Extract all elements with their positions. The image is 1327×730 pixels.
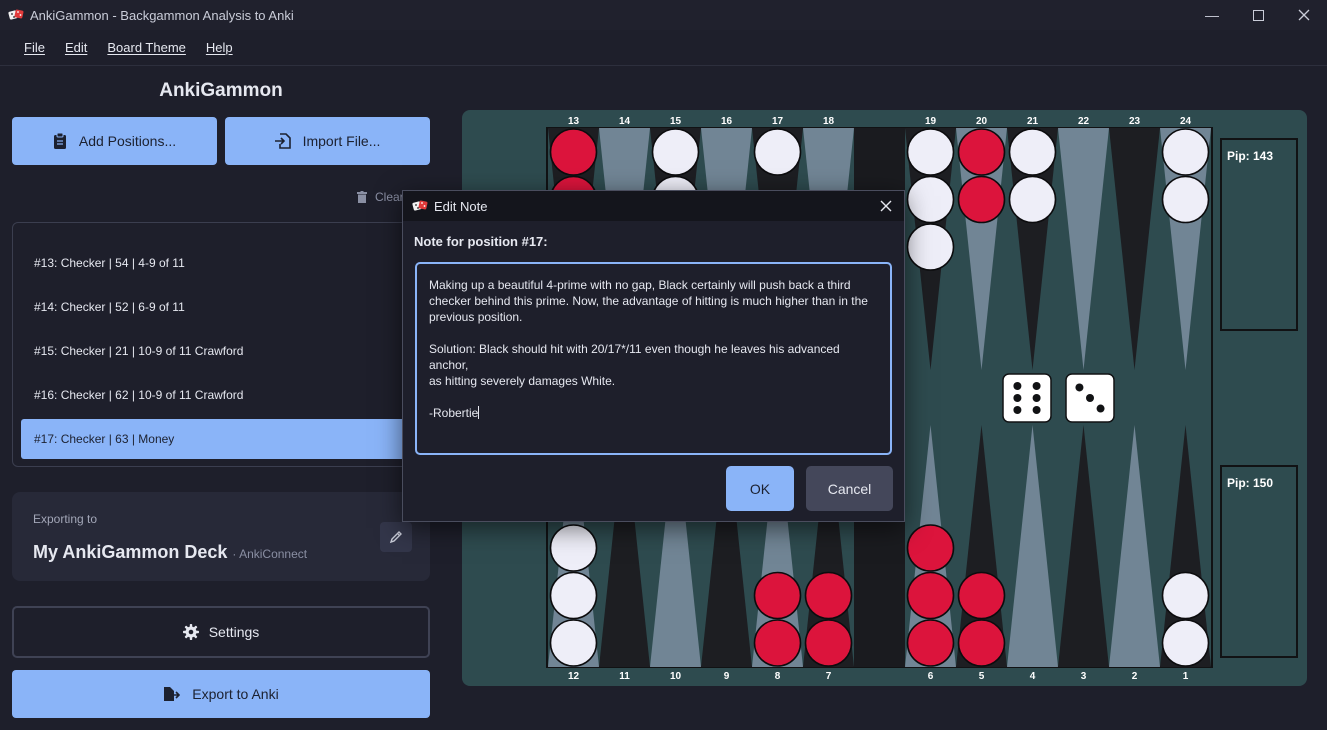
- point-number: 18: [823, 116, 835, 127]
- red-checker: [957, 619, 1006, 667]
- red-checker: [957, 128, 1006, 176]
- point-number: 8: [775, 671, 781, 682]
- white-checker: [753, 128, 802, 176]
- point-number: 20: [976, 116, 988, 127]
- white-checker: [1008, 175, 1057, 224]
- point-number: 5: [979, 671, 985, 682]
- edit-note-dialog: Edit Note Note for position #17: Making …: [402, 190, 905, 522]
- white-checker: [651, 128, 700, 176]
- point-number: 4: [1030, 671, 1036, 682]
- point-number: 12: [568, 671, 580, 682]
- red-checker: [957, 571, 1006, 620]
- die-pip: [1032, 382, 1041, 390]
- point-number: 17: [772, 116, 784, 127]
- point-number: 19: [925, 116, 937, 127]
- red-checker: [549, 128, 598, 176]
- point-number: 2: [1132, 671, 1138, 682]
- dialog-title-bar: Edit Note: [403, 191, 904, 221]
- die-pip: [1032, 406, 1041, 414]
- die-pip: [1032, 394, 1041, 402]
- white-checker: [1161, 128, 1210, 176]
- red-checker: [906, 524, 955, 572]
- die-6: [1002, 373, 1052, 423]
- app-dice-icon: [412, 200, 428, 211]
- pip-count-bottom: Pip: 150: [1220, 465, 1298, 658]
- point-number: 10: [670, 671, 682, 682]
- cancel-button[interactable]: Cancel: [806, 466, 893, 511]
- point-number: 15: [670, 116, 682, 127]
- point-number: 7: [826, 671, 832, 682]
- white-checker: [1161, 571, 1210, 620]
- point-number: 23: [1129, 116, 1141, 127]
- die-pip: [1075, 383, 1084, 392]
- red-checker: [906, 571, 955, 620]
- die-pip: [1013, 394, 1022, 402]
- point-number: 14: [619, 116, 631, 127]
- ok-button[interactable]: OK: [726, 466, 794, 511]
- point-number: 22: [1078, 116, 1090, 127]
- point-number: 9: [724, 671, 730, 682]
- red-checker: [906, 619, 955, 667]
- dialog-title: Edit Note: [434, 198, 488, 214]
- point-number: 13: [568, 116, 580, 127]
- white-checker: [906, 128, 955, 176]
- red-checker: [753, 571, 802, 620]
- point-number: 16: [721, 116, 733, 127]
- white-checker: [906, 223, 955, 271]
- text-caret: [478, 406, 480, 419]
- note-text: Making up a beautiful 4-prime with no ga…: [429, 278, 868, 420]
- close-icon[interactable]: [874, 194, 898, 218]
- red-checker: [753, 619, 802, 667]
- white-checker: [549, 619, 598, 667]
- point-number: 24: [1180, 116, 1192, 127]
- white-checker: [1161, 175, 1210, 224]
- die-pip: [1013, 382, 1022, 390]
- white-checker: [549, 571, 598, 620]
- point-number: 21: [1027, 116, 1039, 127]
- pip-count-top: Pip: 143: [1220, 138, 1298, 331]
- white-checker: [1008, 128, 1057, 176]
- white-checker: [906, 175, 955, 224]
- die-pip: [1086, 394, 1094, 402]
- red-checker: [804, 571, 853, 620]
- red-checker: [804, 619, 853, 667]
- white-checker: [549, 524, 598, 572]
- point-number: 11: [619, 671, 630, 682]
- white-checker: [1161, 619, 1210, 667]
- die-pip: [1096, 404, 1105, 413]
- point-number: 1: [1183, 671, 1189, 682]
- note-label: Note for position #17:: [414, 234, 548, 249]
- die-pip: [1013, 406, 1022, 414]
- point-number: 6: [928, 671, 934, 682]
- point-number: 3: [1081, 671, 1087, 682]
- red-checker: [957, 175, 1006, 224]
- note-textarea[interactable]: Making up a beautiful 4-prime with no ga…: [415, 262, 892, 455]
